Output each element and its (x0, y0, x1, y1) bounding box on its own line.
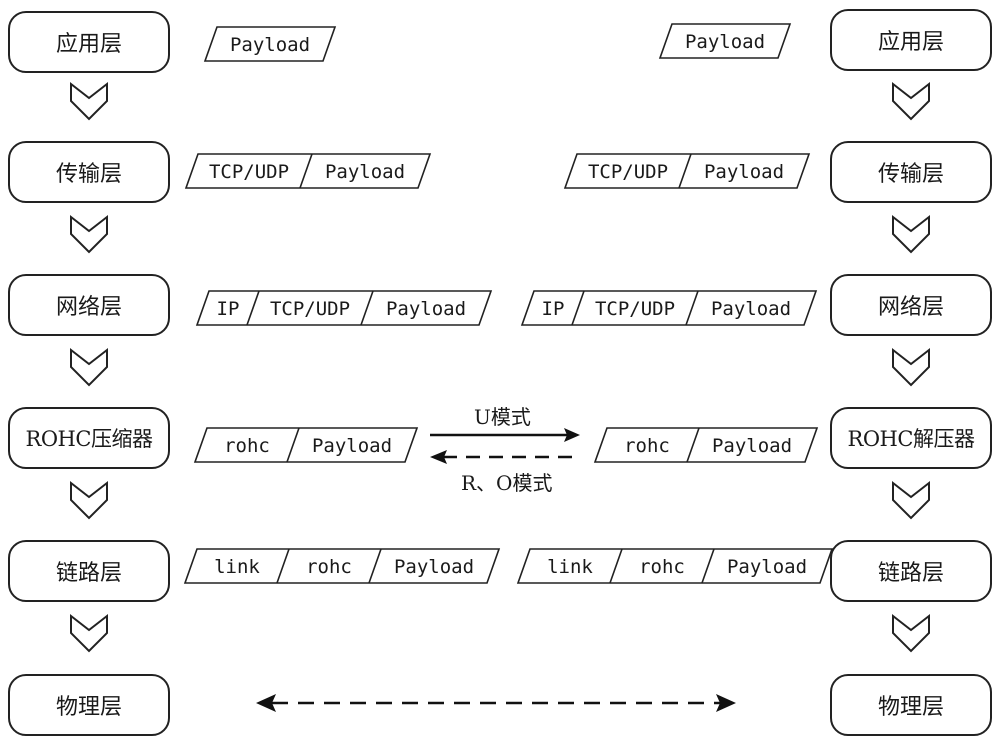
down-chevron-icon (70, 81, 108, 121)
receiver-packet-4: link rohc Payload (516, 548, 834, 584)
down-chevron-icon (892, 347, 930, 387)
packet-field-tcp-udp: TCP/UDP (595, 298, 675, 320)
sender-packet-4: link rohc Payload (183, 548, 501, 584)
receiver-packet-1: TCP/UDP Payload (563, 153, 811, 189)
down-chevron-icon (70, 347, 108, 387)
packet-field-payload: Payload (312, 435, 392, 457)
down-chevron-icon (892, 613, 930, 653)
packet-field-rohc: rohc (306, 556, 352, 578)
sender-packet-2: IP TCP/UDP Payload (195, 290, 493, 326)
packet-field-ip: IP (217, 298, 240, 320)
down-chevron-icon (892, 480, 930, 520)
down-chevron-icon (892, 214, 930, 254)
down-chevron-icon (70, 480, 108, 520)
packet-field-payload: Payload (230, 34, 310, 56)
packet-field-rohc: rohc (224, 435, 270, 457)
sender-packet-3: rohc Payload (193, 427, 419, 463)
receiver-packet-0: Payload (658, 23, 792, 59)
packet-field-tcp-udp: TCP/UDP (270, 298, 350, 320)
receiver-packet-3: rohc Payload (593, 427, 819, 463)
down-chevron-icon (70, 613, 108, 653)
packet-field-payload: Payload (712, 435, 792, 457)
packet-field-rohc: rohc (624, 435, 670, 457)
packet-field-rohc: rohc (639, 556, 685, 578)
receiver-packet-2: IP TCP/UDP Payload (520, 290, 818, 326)
packet-field-payload: Payload (325, 161, 405, 183)
packet-field-payload: Payload (394, 556, 474, 578)
packet-field-tcp-udp: TCP/UDP (588, 161, 668, 183)
packet-field-ip: IP (542, 298, 565, 320)
packet-field-payload: Payload (685, 31, 765, 53)
diagram-canvas: PayloadTCP/UDP PayloadIP TCP/UDP Payloadroh… (70, 23, 930, 712)
packet-field-link: link (214, 556, 260, 578)
sender-packet-1: TCP/UDP Payload (184, 153, 432, 189)
packet-field-payload: Payload (711, 298, 791, 320)
sender-packet-0: Payload (203, 26, 337, 62)
packet-field-payload: Payload (704, 161, 784, 183)
down-chevron-icon (892, 81, 930, 121)
down-chevron-icon (70, 214, 108, 254)
packet-field-tcp-udp: TCP/UDP (209, 161, 289, 183)
packet-field-payload: Payload (727, 556, 807, 578)
packet-field-payload: Payload (386, 298, 466, 320)
packet-field-link: link (547, 556, 593, 578)
